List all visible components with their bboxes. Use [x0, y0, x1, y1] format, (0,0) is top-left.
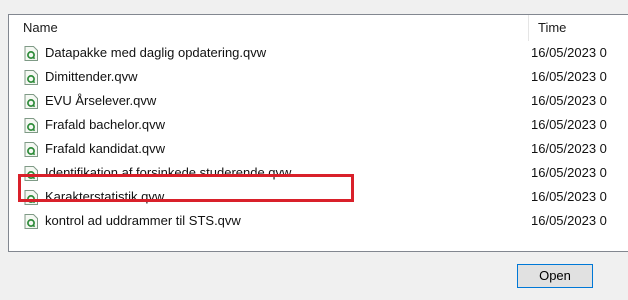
file-time: 16/05/2023 0	[531, 189, 607, 204]
file-time: 16/05/2023 0	[531, 45, 607, 60]
qlikview-document-icon	[24, 118, 38, 133]
file-time: 16/05/2023 0	[531, 93, 607, 108]
file-name: Dimittender.qvw	[45, 69, 138, 84]
file-row[interactable]: Datapakke med daglig opdatering.qvw 16/0…	[9, 41, 628, 65]
qlikview-document-icon	[24, 214, 38, 229]
file-row[interactable]: Dimittender.qvw 16/05/2023 0	[9, 65, 628, 89]
file-name: Identifikation af forsinkede studerende.…	[45, 165, 292, 180]
qlikview-document-icon	[24, 70, 38, 85]
qlikview-document-icon	[24, 46, 38, 61]
file-row[interactable]: Frafald bachelor.qvw 16/05/2023 0	[9, 113, 628, 137]
file-time: 16/05/2023 0	[531, 141, 607, 156]
file-list-pane[interactable]: Name Time Datapakke med daglig opdaterin…	[8, 14, 628, 252]
file-row[interactable]: Frafald kandidat.qvw 16/05/2023 0	[9, 137, 628, 161]
file-time: 16/05/2023 0	[531, 165, 607, 180]
file-time: 16/05/2023 0	[531, 69, 607, 84]
file-name: Frafald bachelor.qvw	[45, 117, 165, 132]
file-time: 16/05/2023 0	[531, 117, 607, 132]
file-row[interactable]: kontrol ad uddrammer til STS.qvw 16/05/2…	[9, 209, 628, 233]
qlikview-document-icon	[24, 190, 38, 205]
qlikview-document-icon	[24, 166, 38, 181]
file-name: kontrol ad uddrammer til STS.qvw	[45, 213, 241, 228]
file-time: 16/05/2023 0	[531, 213, 607, 228]
qlikview-document-icon	[24, 142, 38, 157]
open-button[interactable]: Open	[517, 264, 593, 288]
file-row[interactable]: Karakterstatistik.qvw 16/05/2023 0	[9, 185, 628, 209]
file-name: EVU Årselever.qvw	[45, 93, 157, 108]
column-header-time[interactable]: Time	[529, 15, 628, 41]
column-header-name[interactable]: Name	[9, 15, 529, 41]
file-name: Frafald kandidat.qvw	[45, 141, 165, 156]
file-name: Karakterstatistik.qvw	[45, 189, 165, 204]
list-header: Name Time	[9, 15, 628, 41]
file-name: Datapakke med daglig opdatering.qvw	[45, 45, 267, 60]
file-row[interactable]: Identifikation af forsinkede studerende.…	[9, 161, 628, 185]
qlikview-document-icon	[24, 94, 38, 109]
file-row[interactable]: EVU Årselever.qvw 16/05/2023 0	[9, 89, 628, 113]
